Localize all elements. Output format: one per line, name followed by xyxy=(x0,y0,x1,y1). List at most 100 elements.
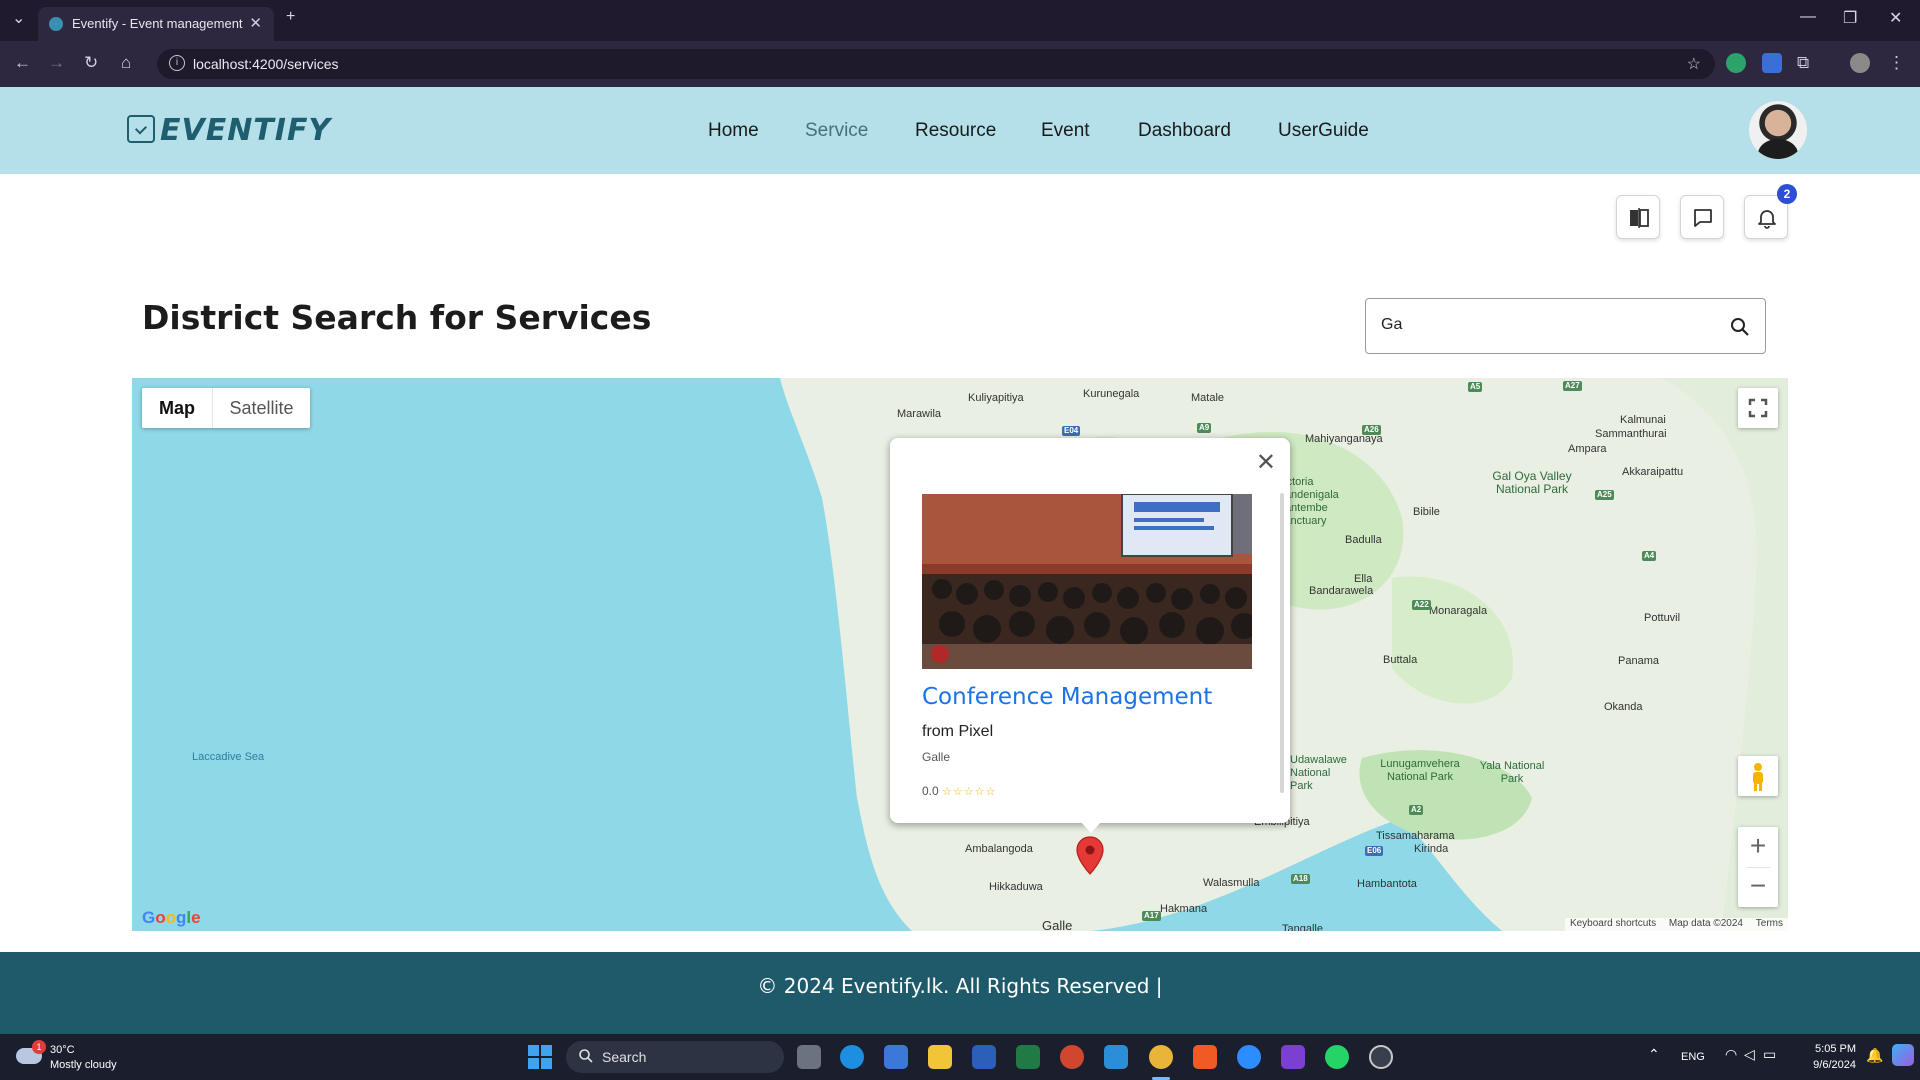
grammarly-extension-icon[interactable] xyxy=(1726,53,1746,73)
map-label-park: Yala National Park xyxy=(1479,760,1545,785)
zoom-out-button[interactable]: − xyxy=(1738,867,1778,907)
district-search-input[interactable] xyxy=(1381,316,1701,334)
chrome-icon[interactable] xyxy=(1149,1045,1173,1069)
close-window-icon[interactable]: ✕ xyxy=(1889,8,1902,28)
map-label-park: Victoria Randenigala Rantembe Sanctuary xyxy=(1277,476,1339,527)
tab-search-icon[interactable]: ⌄ xyxy=(12,8,25,28)
home-icon[interactable]: ⌂ xyxy=(121,53,131,73)
district-search-box xyxy=(1365,298,1766,354)
nav-userguide[interactable]: UserGuide xyxy=(1278,120,1369,142)
search-icon[interactable] xyxy=(1729,316,1751,338)
weather-widget[interactable]: 1 30°C Mostly cloudy xyxy=(16,1040,146,1076)
browser-tab-bar: ⌄ Eventify - Event management s ✕ + — ❐ … xyxy=(0,0,1920,41)
back-icon[interactable]: ← xyxy=(14,53,31,73)
address-bar[interactable]: i localhost:4200/services ☆ xyxy=(157,49,1715,79)
browser-tab[interactable]: Eventify - Event management s ✕ xyxy=(38,7,274,41)
site-info-icon[interactable]: i xyxy=(169,55,185,71)
map-marker-icon[interactable] xyxy=(1076,836,1104,876)
close-tab-icon[interactable]: ✕ xyxy=(249,14,262,32)
minimize-icon[interactable]: — xyxy=(1800,8,1816,26)
language-indicator[interactable]: ENG xyxy=(1681,1051,1705,1063)
restore-icon[interactable]: ❐ xyxy=(1843,8,1857,28)
visual-studio-icon[interactable] xyxy=(1281,1045,1305,1069)
road-shield: A4 xyxy=(1642,551,1657,561)
extensions-puzzle-icon[interactable]: ⧉ xyxy=(1797,53,1817,73)
brave-icon[interactable] xyxy=(1193,1045,1217,1069)
map-label-place: Hambantota xyxy=(1357,878,1417,890)
vscode-icon[interactable] xyxy=(1104,1045,1128,1069)
volume-icon[interactable]: ◁ xyxy=(1744,1046,1755,1063)
map-label-place: Bandarawela xyxy=(1309,585,1374,597)
map-type-map-button[interactable]: Map xyxy=(142,388,212,428)
pegman-icon xyxy=(1753,763,1763,791)
bookmark-star-icon[interactable]: ☆ xyxy=(1687,54,1701,74)
road-shield: E04 xyxy=(1062,426,1081,436)
tray-chevron-icon[interactable]: ⌃ xyxy=(1648,1046,1660,1063)
windows-logo-pane xyxy=(528,1058,539,1069)
nav-service[interactable]: Service xyxy=(805,120,868,142)
map-label-place: Kirinda xyxy=(1414,843,1449,855)
close-info-window-icon[interactable]: ✕ xyxy=(1256,448,1276,477)
reload-icon[interactable]: ↻ xyxy=(84,53,98,73)
edge-browser-icon[interactable] xyxy=(840,1045,864,1069)
service-name-link[interactable]: Conference Management xyxy=(922,684,1212,710)
google-map[interactable]: Laccadive Sea Kuliyapitiya Kurunegala Ma… xyxy=(132,378,1788,931)
menu-kebab-icon[interactable]: ⋮ xyxy=(1888,53,1908,73)
whatsapp-icon[interactable] xyxy=(1325,1045,1349,1069)
map-label-place: Hikkaduwa xyxy=(989,881,1043,893)
map-label-park: Gal Oya Valley National Park xyxy=(1492,469,1572,496)
nav-home[interactable]: Home xyxy=(708,120,759,142)
fullscreen-button[interactable] xyxy=(1738,388,1778,428)
taskbar-clock[interactable]: 5:05 PM 9/6/2024 xyxy=(1786,1041,1856,1073)
powerpoint-icon[interactable] xyxy=(1060,1045,1084,1069)
terms-link[interactable]: Terms xyxy=(1756,918,1783,929)
rating-stars: ☆☆☆☆☆ xyxy=(942,786,997,798)
start-button[interactable] xyxy=(528,1045,552,1069)
nav-event[interactable]: Event xyxy=(1041,120,1090,142)
wifi-icon[interactable]: ◠ xyxy=(1725,1046,1737,1063)
microsoft-store-icon[interactable] xyxy=(884,1045,908,1069)
map-label-place: Sammanthurai xyxy=(1595,428,1667,440)
zoom-in-button[interactable]: + xyxy=(1738,827,1778,867)
chat-button[interactable] xyxy=(1680,195,1724,239)
taskbar-search[interactable]: Search xyxy=(566,1041,784,1073)
excel-icon[interactable] xyxy=(1016,1045,1040,1069)
road-shield: A26 xyxy=(1362,425,1381,435)
battery-icon[interactable]: ▭ xyxy=(1763,1046,1776,1063)
map-type-satellite-button[interactable]: Satellite xyxy=(212,388,310,428)
tab-favicon-icon xyxy=(49,17,63,31)
service-provider: from Pixel xyxy=(922,723,994,740)
copilot-icon[interactable] xyxy=(1892,1044,1914,1066)
windows-taskbar: 1 30°C Mostly cloudy Search ⌃ ENG ◠ ◁ ▭ … xyxy=(0,1034,1920,1080)
zoom-icon[interactable] xyxy=(1237,1045,1261,1069)
nav-dashboard[interactable]: Dashboard xyxy=(1138,120,1231,142)
word-icon[interactable] xyxy=(972,1045,996,1069)
map-label-place: Ella xyxy=(1354,573,1373,585)
translate-extension-icon[interactable] xyxy=(1762,53,1782,73)
info-window-scrollbar[interactable] xyxy=(1280,493,1284,793)
street-view-pegman[interactable] xyxy=(1738,756,1778,796)
road-shield: A27 xyxy=(1563,381,1582,391)
file-explorer-icon[interactable] xyxy=(928,1045,952,1069)
bell-icon xyxy=(1758,210,1776,229)
weather-badge: 1 xyxy=(32,1040,46,1054)
compare-button[interactable] xyxy=(1616,195,1660,239)
map-label-place: Marawila xyxy=(897,408,942,420)
road-shield: A22 xyxy=(1412,600,1431,610)
browser-toolbar: ← → ↻ ⌂ i localhost:4200/services ☆ xyxy=(0,41,1920,87)
forward-icon[interactable]: → xyxy=(48,53,65,73)
google-logo[interactable]: Google xyxy=(142,908,201,928)
road-shield: A5 xyxy=(1468,382,1483,392)
obs-icon[interactable] xyxy=(1369,1045,1393,1069)
nav-resource[interactable]: Resource xyxy=(915,120,996,142)
user-avatar[interactable] xyxy=(1749,101,1807,159)
new-tab-icon[interactable]: + xyxy=(286,8,295,26)
keyboard-shortcuts-link[interactable]: Keyboard shortcuts xyxy=(1570,918,1656,929)
url-text: localhost:4200/services xyxy=(193,56,339,72)
map-label-place: Kuliyapitiya xyxy=(968,392,1024,404)
profile-icon[interactable] xyxy=(1850,53,1870,73)
map-label-place: Kurunegala xyxy=(1083,388,1140,400)
fullscreen-icon xyxy=(1748,398,1768,418)
task-view-icon[interactable] xyxy=(797,1045,821,1069)
notification-bell-icon[interactable]: 🔔 xyxy=(1866,1047,1883,1064)
